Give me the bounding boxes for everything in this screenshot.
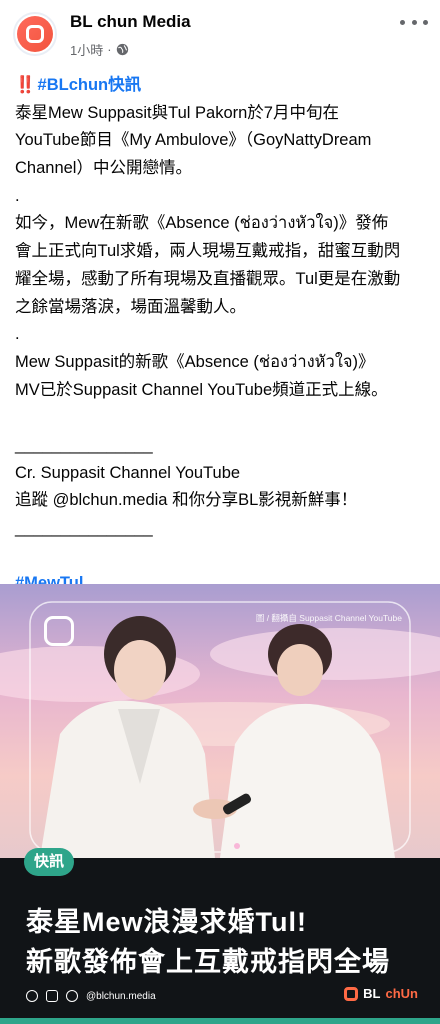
post-text-line: YouTube節目《My Ambulove》（GoyNattyDream — [15, 131, 372, 150]
post-meta: 1小時 · — [70, 40, 129, 59]
facebook-icon — [26, 990, 38, 1002]
page-name-link[interactable]: BL chun Media — [70, 12, 191, 32]
alert-icon: ‼️ — [15, 76, 35, 94]
handle-text: @blchun.media — [86, 990, 156, 1002]
divider-line: _______________ — [15, 519, 153, 537]
page-logo-icon — [17, 16, 53, 52]
brand-suffix: chUn — [385, 986, 419, 1001]
post-text-line: 耀全場，感動了所有現場及直播觀眾。Tul更是在激動 — [15, 269, 401, 288]
brand-prefix: BL — [363, 986, 381, 1001]
brand-logo: BL chUn — [344, 986, 418, 1001]
post-text-line: 會上正式向Tul求婚，兩人現場互戴戒指，甜蜜互動閃 — [15, 242, 401, 261]
globe-icon — [116, 43, 128, 56]
watermark-logo-icon — [44, 616, 74, 646]
divider-line: _______________ — [15, 435, 153, 454]
post-text-line: 如今，Mew在新歌《Absence (ช่องว่างหัวใจ)》發佈 — [15, 214, 389, 233]
post-time[interactable]: 1小時 — [70, 40, 103, 59]
post-title-line: ‼️ #BLchun快訊 — [15, 72, 429, 100]
post-body: ‼️ #BLchun快訊 泰星Mew Suppasit與Tul Pakorn於7月… — [15, 72, 429, 598]
news-badge: 快訊 — [24, 848, 75, 876]
post-text-line: 追蹤 @blchun.media 和你分享BL影視新鮮事！ — [15, 491, 358, 510]
post-header: BL chun Media 1小時 · — [0, 0, 440, 64]
social-handles: @blchun.media — [26, 990, 156, 1002]
post-text-line: MV已於Suppasit Channel YouTube頻道正式上線。 — [15, 380, 388, 399]
page-avatar[interactable] — [13, 12, 57, 56]
headline-line-2: 新歌發佈會上互戴戒指閃全場 — [26, 947, 390, 977]
post-image[interactable]: 圖 / 翻攝自 Suppasit Channel YouTube 快訊 泰星Me… — [0, 584, 440, 1024]
post-text-line: Cr. Suppasit Channel YouTube — [15, 463, 241, 482]
brand-mark-icon — [344, 986, 359, 1001]
accent-bar — [0, 1018, 440, 1024]
headline-line-1: 泰星Mew浪漫求婚Tul! — [26, 907, 307, 937]
post-text-line: . — [15, 325, 20, 344]
post-text-line: . — [15, 186, 20, 205]
meta-separator: · — [107, 42, 112, 57]
concert-photo: 圖 / 翻攝自 Suppasit Channel YouTube — [0, 584, 440, 858]
instagram-icon — [46, 990, 58, 1002]
hashtag-link[interactable]: #BLchun快訊 — [38, 76, 142, 94]
post-text-line: 泰星Mew Suppasit與Tul Pakorn於7月中旬在 — [15, 103, 339, 122]
photo-credit: 圖 / 翻攝自 Suppasit Channel YouTube — [255, 613, 402, 623]
more-horizontal-icon[interactable] — [400, 14, 428, 30]
post-text-line: Channel）中公開戀情。 — [15, 159, 192, 178]
post-text-line: 之餘當場落淚，場面溫馨動人。 — [15, 297, 246, 316]
post-text-line: Mew Suppasit的新歌《Absence (ช่องว่างหัวใจ)》 — [15, 352, 375, 371]
threads-icon — [66, 990, 78, 1002]
post-text-line — [15, 404, 429, 432]
